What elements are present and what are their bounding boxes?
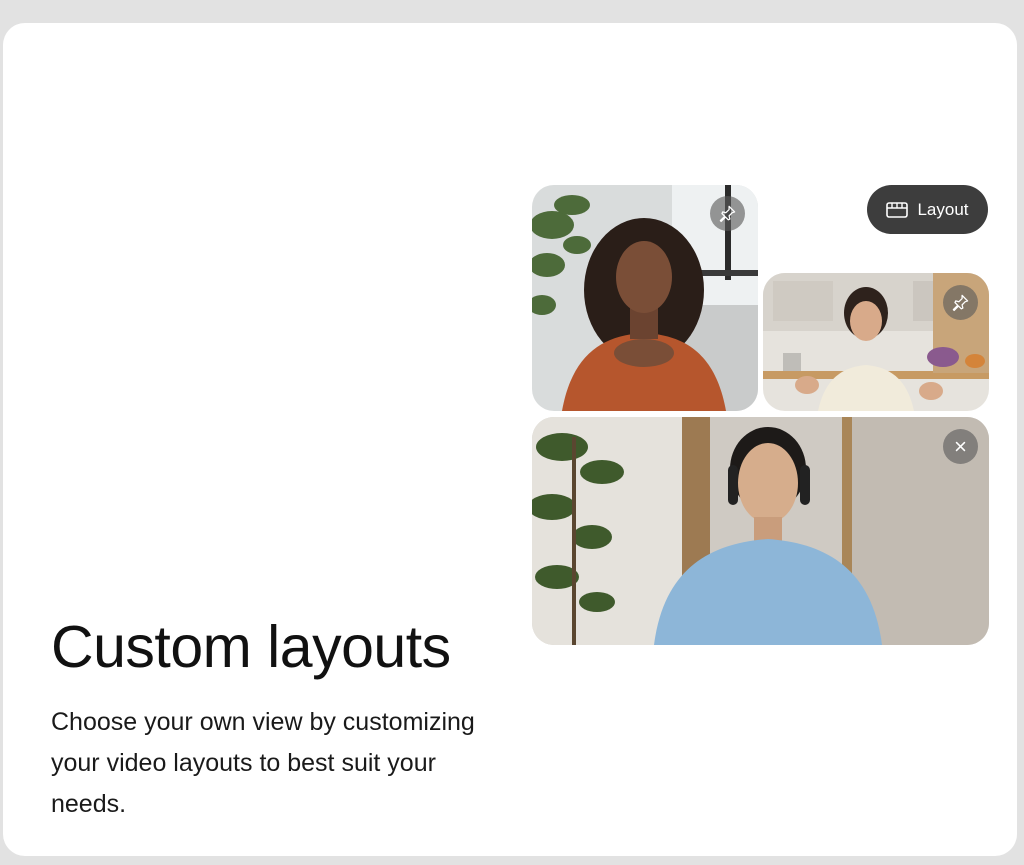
- close-icon: [955, 441, 966, 452]
- participant-video-frame: [532, 417, 989, 645]
- pin-icon: [719, 205, 736, 223]
- pin-participant-button[interactable]: [710, 196, 745, 231]
- feature-title: Custom layouts: [51, 614, 451, 680]
- pin-participant-button[interactable]: [943, 285, 978, 320]
- video-tile-participant-1[interactable]: [532, 185, 758, 411]
- pin-icon: [952, 294, 969, 312]
- video-tile-participant-3[interactable]: [532, 417, 989, 645]
- close-participant-button[interactable]: [943, 429, 978, 464]
- layout-icon: [886, 201, 909, 218]
- layout-button-label: Layout: [917, 199, 969, 219]
- layout-button[interactable]: Layout: [867, 185, 988, 234]
- video-tile-participant-2[interactable]: [763, 273, 989, 411]
- feature-description: Choose your own view by customizing your…: [51, 708, 475, 818]
